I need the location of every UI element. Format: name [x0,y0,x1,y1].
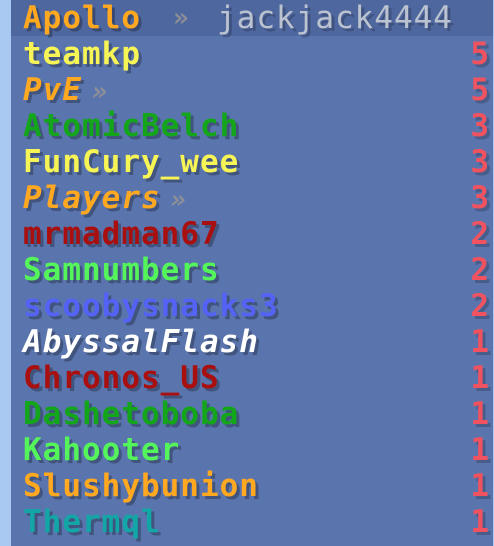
player-row: Chronos_US 1 [11,360,493,396]
player-name-text: Slushybunion [23,468,259,504]
player-name: Thermql [23,504,161,540]
player-score: 2 [470,216,489,252]
player-name: PvE » [23,72,107,108]
player-score: 2 [470,252,489,288]
player-score: 1 [470,468,489,504]
player-name-text: Dashetoboba [23,396,240,432]
player-row: scoobysnacks3 2 [11,288,493,324]
player-row: Slushybunion 1 [11,468,493,504]
player-name-text: mrmadman67 [23,216,220,252]
player-name: teamkp [23,36,141,72]
player-row: AtomicBelch 3 [11,108,493,144]
player-row: Players » 3 [11,180,493,216]
player-score: 3 [470,108,489,144]
player-name: Samnumbers [23,252,220,288]
player-score: 1 [470,360,489,396]
player-name-text: Samnumbers [23,252,220,288]
player-row: mrmadman67 2 [11,216,493,252]
player-name-text: Chronos_US [23,360,220,396]
tab-list-header: Apollo » jackjack4444 [11,0,493,36]
username: jackjack4444 [217,0,453,36]
player-row: PvE » 5 [11,72,493,108]
player-score: 1 [470,396,489,432]
player-row: teamkp 5 [11,36,493,72]
player-score: 1 [470,324,489,360]
player-name: Slushybunion [23,468,259,504]
player-score: 3 [470,144,489,180]
player-score: 1 [470,504,489,540]
chevron-icon: » [170,185,186,215]
player-row: Dashetoboba 1 [11,396,493,432]
player-name-text: FunCury_wee [23,144,240,180]
player-score: 3 [470,180,489,216]
player-name: Kahooter [23,432,180,468]
player-name-text: PvE [23,72,82,108]
header-chevron-icon: » [173,3,188,33]
player-score: 5 [470,36,489,72]
player-name-text: teamkp [23,36,141,72]
player-name: mrmadman67 [23,216,220,252]
player-score: 1 [470,432,489,468]
player-name: Dashetoboba [23,396,239,432]
player-name-text: Thermql [23,504,161,540]
player-row: Thermql 1 [11,504,493,540]
player-name-text: Kahooter [23,432,181,468]
player-name: Chronos_US [23,360,220,396]
player-name-text: Players [23,180,161,216]
player-name-text: AbyssalFlash [23,324,259,360]
player-row: FunCury_wee 3 [11,144,493,180]
player-row: AbyssalFlash 1 [11,324,493,360]
server-name: Apollo [23,0,141,36]
player-name-text: AtomicBelch [23,108,240,144]
player-list-panel: Apollo » jackjack4444 teamkp 5 PvE» 5 Atomic… [11,0,493,546]
player-name: AtomicBelch [23,108,239,144]
player-score: 2 [470,288,489,324]
player-score: 5 [470,72,489,108]
chevron-icon: » [92,77,107,107]
player-name: Players » [23,180,186,216]
player-row: Samnumbers 2 [11,252,493,288]
player-name: FunCury_wee [23,144,239,180]
player-name: AbyssalFlash [23,324,259,360]
player-row: Kahooter 1 [11,432,493,468]
player-name-text: scoobysnacks3 [23,288,279,324]
player-name: scoobysnacks3 [23,288,279,324]
